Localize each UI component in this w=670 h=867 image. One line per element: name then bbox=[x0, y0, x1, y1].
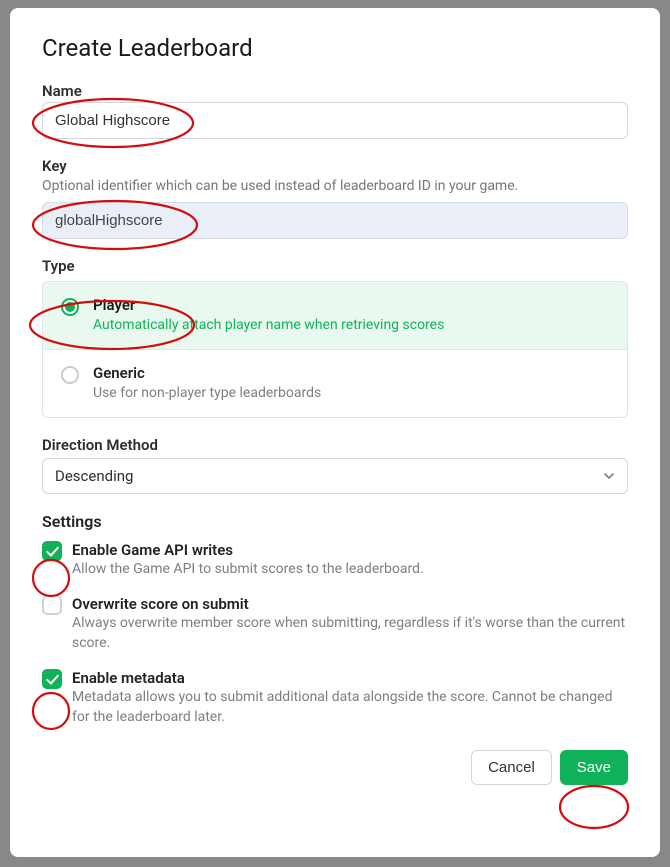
checkbox-desc: Metadata allows you to submit additional… bbox=[72, 688, 628, 727]
type-option-player[interactable]: Player Automatically attach player name … bbox=[43, 282, 627, 349]
checkbox-desc: Always overwrite member score when submi… bbox=[72, 614, 628, 653]
direction-field-block: Direction Method Descending bbox=[42, 436, 628, 494]
type-radio-group: Player Automatically attach player name … bbox=[42, 281, 628, 418]
setting-enable-metadata: Enable metadata Metadata allows you to s… bbox=[42, 669, 628, 727]
name-input[interactable] bbox=[42, 102, 628, 139]
checkbox[interactable] bbox=[42, 669, 62, 689]
checkbox[interactable] bbox=[42, 595, 62, 615]
key-input[interactable] bbox=[42, 202, 628, 239]
annotation-circle-icon bbox=[557, 783, 632, 831]
settings-block: Settings Enable Game API writes Allow th… bbox=[42, 512, 628, 728]
radio-icon bbox=[61, 298, 79, 316]
checkbox[interactable] bbox=[42, 541, 62, 561]
radio-title: Player bbox=[93, 296, 609, 314]
checkbox-title: Enable metadata bbox=[72, 669, 628, 687]
radio-desc: Use for non-player type leaderboards bbox=[93, 384, 609, 403]
checkbox-title: Overwrite score on submit bbox=[72, 595, 628, 613]
save-button[interactable]: Save bbox=[560, 750, 628, 785]
checkbox-body: Enable Game API writes Allow the Game AP… bbox=[72, 541, 628, 580]
key-label: Key bbox=[42, 157, 628, 175]
settings-label: Settings bbox=[42, 512, 628, 531]
type-option-generic[interactable]: Generic Use for non-player type leaderbo… bbox=[43, 349, 627, 417]
checkbox-body: Enable metadata Metadata allows you to s… bbox=[72, 669, 628, 727]
name-label: Name bbox=[42, 82, 628, 100]
type-field-block: Type Player Automatically attach player … bbox=[42, 257, 628, 418]
setting-enable-api-writes: Enable Game API writes Allow the Game AP… bbox=[42, 541, 628, 580]
radio-body: Generic Use for non-player type leaderbo… bbox=[93, 364, 609, 403]
key-hint: Optional identifier which can be used in… bbox=[42, 177, 628, 196]
checkbox-title: Enable Game API writes bbox=[72, 541, 628, 559]
setting-overwrite-on-submit: Overwrite score on submit Always overwri… bbox=[42, 595, 628, 653]
chevron-down-icon bbox=[603, 470, 615, 482]
radio-desc: Automatically attach player name when re… bbox=[93, 316, 609, 335]
name-field-block: Name bbox=[42, 82, 628, 139]
checkbox-desc: Allow the Game API to submit scores to t… bbox=[72, 560, 628, 580]
key-field-block: Key Optional identifier which can be use… bbox=[42, 157, 628, 239]
type-label: Type bbox=[42, 257, 628, 275]
direction-value: Descending bbox=[55, 467, 133, 485]
radio-icon bbox=[61, 366, 79, 384]
modal-footer: Cancel Save bbox=[42, 750, 628, 785]
cancel-button[interactable]: Cancel bbox=[471, 750, 552, 785]
checkbox-body: Overwrite score on submit Always overwri… bbox=[72, 595, 628, 653]
direction-label: Direction Method bbox=[42, 436, 628, 454]
radio-body: Player Automatically attach player name … bbox=[93, 296, 609, 335]
radio-title: Generic bbox=[93, 364, 609, 382]
create-leaderboard-modal: Create Leaderboard Name Key Optional ide… bbox=[10, 8, 660, 857]
direction-select[interactable]: Descending bbox=[42, 458, 628, 494]
modal-title: Create Leaderboard bbox=[42, 34, 628, 62]
